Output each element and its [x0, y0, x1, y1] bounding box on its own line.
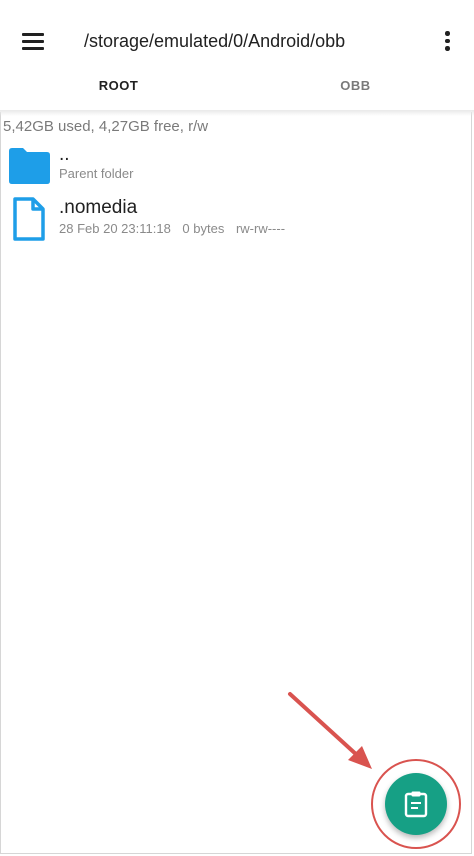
storage-info: 5,42GB used, 4,27GB free, r/w: [3, 118, 209, 135]
file-icon: [13, 197, 45, 241]
folder-icon: [9, 148, 50, 184]
more-vert-icon[interactable]: [440, 30, 454, 52]
file-date: 28 Feb 20 23:11:18: [59, 221, 171, 236]
paste-fab-button[interactable]: [385, 773, 447, 835]
app-bar: /storage/emulated/0/Android/obb ROOT OBB: [0, 0, 474, 112]
file-name: .nomedia: [59, 197, 138, 218]
hamburger-menu-icon[interactable]: [22, 32, 44, 50]
file-subtitle: Parent folder: [59, 166, 134, 181]
file-size: 0 bytes: [182, 221, 225, 236]
list-item-parent-folder[interactable]: .. Parent folder: [0, 142, 474, 190]
tabs-shadow: [0, 110, 474, 116]
file-meta: 28 Feb 20 23:11:18 0 bytes rw-rw----: [59, 221, 293, 236]
list-item-file[interactable]: .nomedia 28 Feb 20 23:11:18 0 bytes rw-r…: [0, 193, 474, 245]
current-path-title: /storage/emulated/0/Android/obb: [84, 31, 346, 51]
file-name: ..: [59, 144, 70, 165]
tab-obb[interactable]: OBB: [237, 78, 474, 112]
file-permissions: rw-rw----: [235, 221, 286, 236]
tab-root[interactable]: ROOT: [0, 78, 237, 112]
clipboard-paste-icon: [404, 791, 428, 818]
